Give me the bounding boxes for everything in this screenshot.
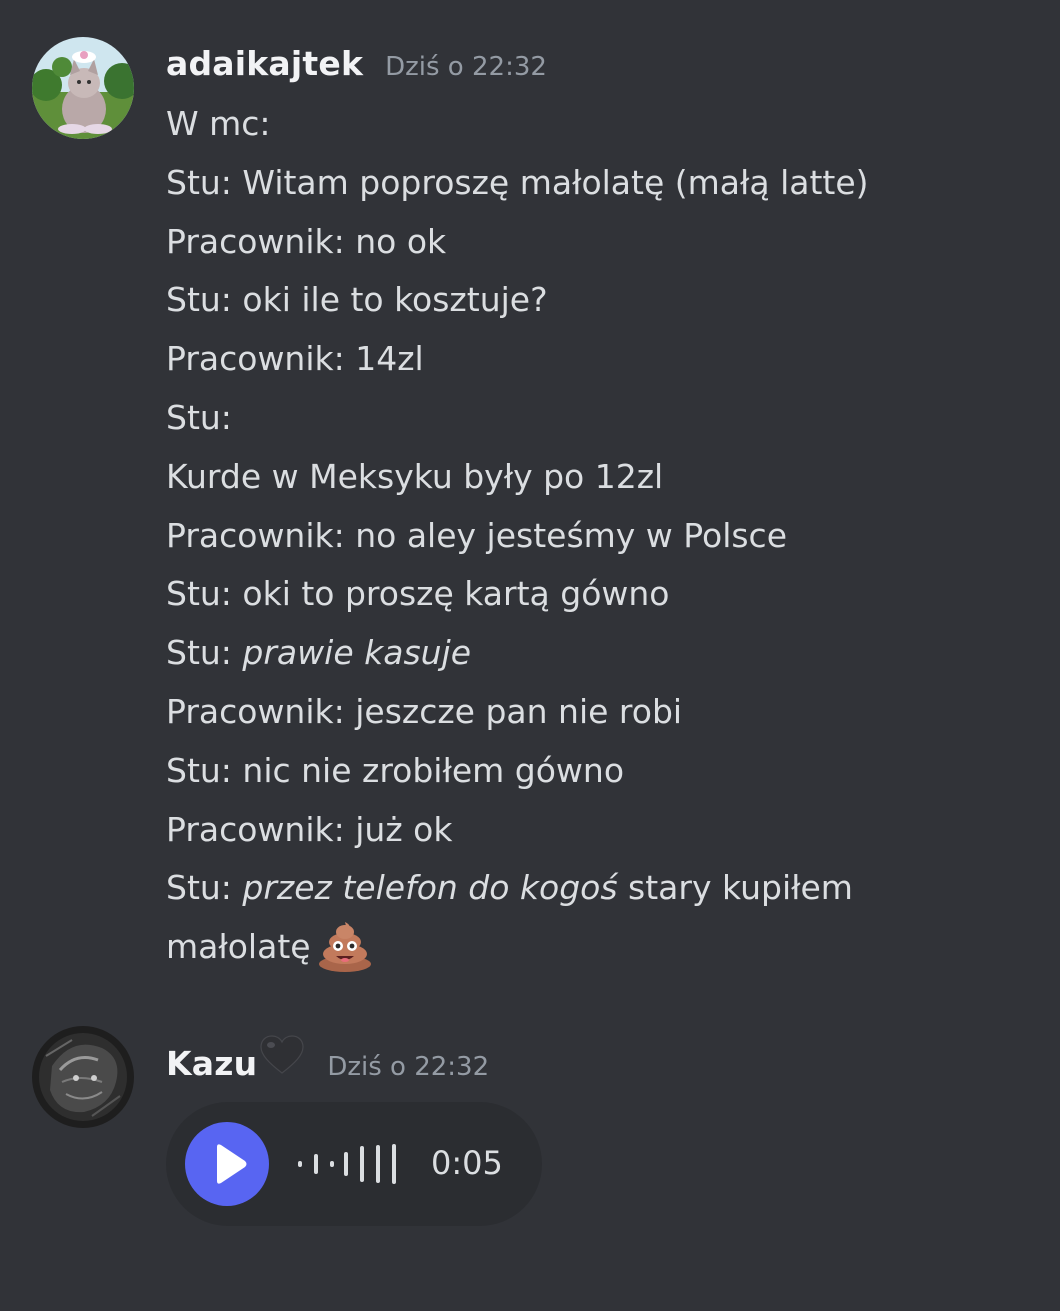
message-line: Pracownik: jeszcze pan nie robi [166,691,683,731]
message-line-italic: Stu: przez telefon do kogoś stary kupiłe… [166,859,1026,918]
line-suffix: stary kupiłem [617,868,853,908]
message-line: Pracownik: już ok [166,809,453,849]
message-line: Pracownik: no aley jesteśmy w Polsce [166,515,788,555]
username[interactable]: adaikajtek [166,44,363,83]
line-prefix: Stu: [166,633,243,673]
voice-message-player: 0:05 [166,1102,542,1226]
message-content: W mc: Stu: Witam poproszę małolatę (małą… [166,95,1026,977]
italic-action: przez telefon do kogoś [242,868,618,908]
message-line: Stu: oki ile to kosztuje? [166,280,548,320]
waveform[interactable] [296,1142,406,1186]
line-prefix: Stu: [166,868,243,908]
avatar-adaikajtek[interactable] [32,37,134,139]
message-line: Stu: oki to proszę kartą gówno [166,574,670,614]
timestamp: Dziś o 22:32 [327,1052,490,1082]
message-line: Kurde w Meksyku były po 12zl [166,456,664,496]
message-line: Stu: Witam poproszę małolatę (małą latte… [166,162,869,202]
black-heart-icon [259,1035,305,1075]
message-adaikajtek: adaikajtek Dziś o 22:32 W mc: Stu: Witam… [0,0,1060,1000]
voice-duration: 0:05 [431,1144,503,1182]
message-kazu: Kazu Dziś o 22:32 0:05 [0,1000,1060,1311]
italic-action: prawie kasuje [242,633,472,673]
play-icon [217,1144,247,1184]
message-header: Kazu Dziś o 22:32 [166,1035,489,1083]
avatar-image [32,1026,134,1128]
timestamp: Dziś o 22:32 [385,52,547,82]
message-header: adaikajtek Dziś o 22:32 [166,44,547,83]
pile-of-poo-icon [317,920,373,973]
message-line-italic: Stu: prawie kasuje [166,624,1026,683]
line-text: małolatę [166,927,311,967]
message-line: Stu: [166,397,232,437]
message-line: Stu: nic nie zrobiłem gówno [166,750,625,790]
message-line: Pracownik: no ok [166,221,447,261]
message-line: W mc: [166,104,271,143]
avatar-image [32,37,134,139]
message-line-last: małolatę [166,918,1026,977]
play-button[interactable] [185,1122,269,1206]
username[interactable]: Kazu [166,1044,257,1083]
avatar-kazu[interactable] [32,1026,134,1128]
message-line: Pracownik: 14zl [166,339,424,379]
